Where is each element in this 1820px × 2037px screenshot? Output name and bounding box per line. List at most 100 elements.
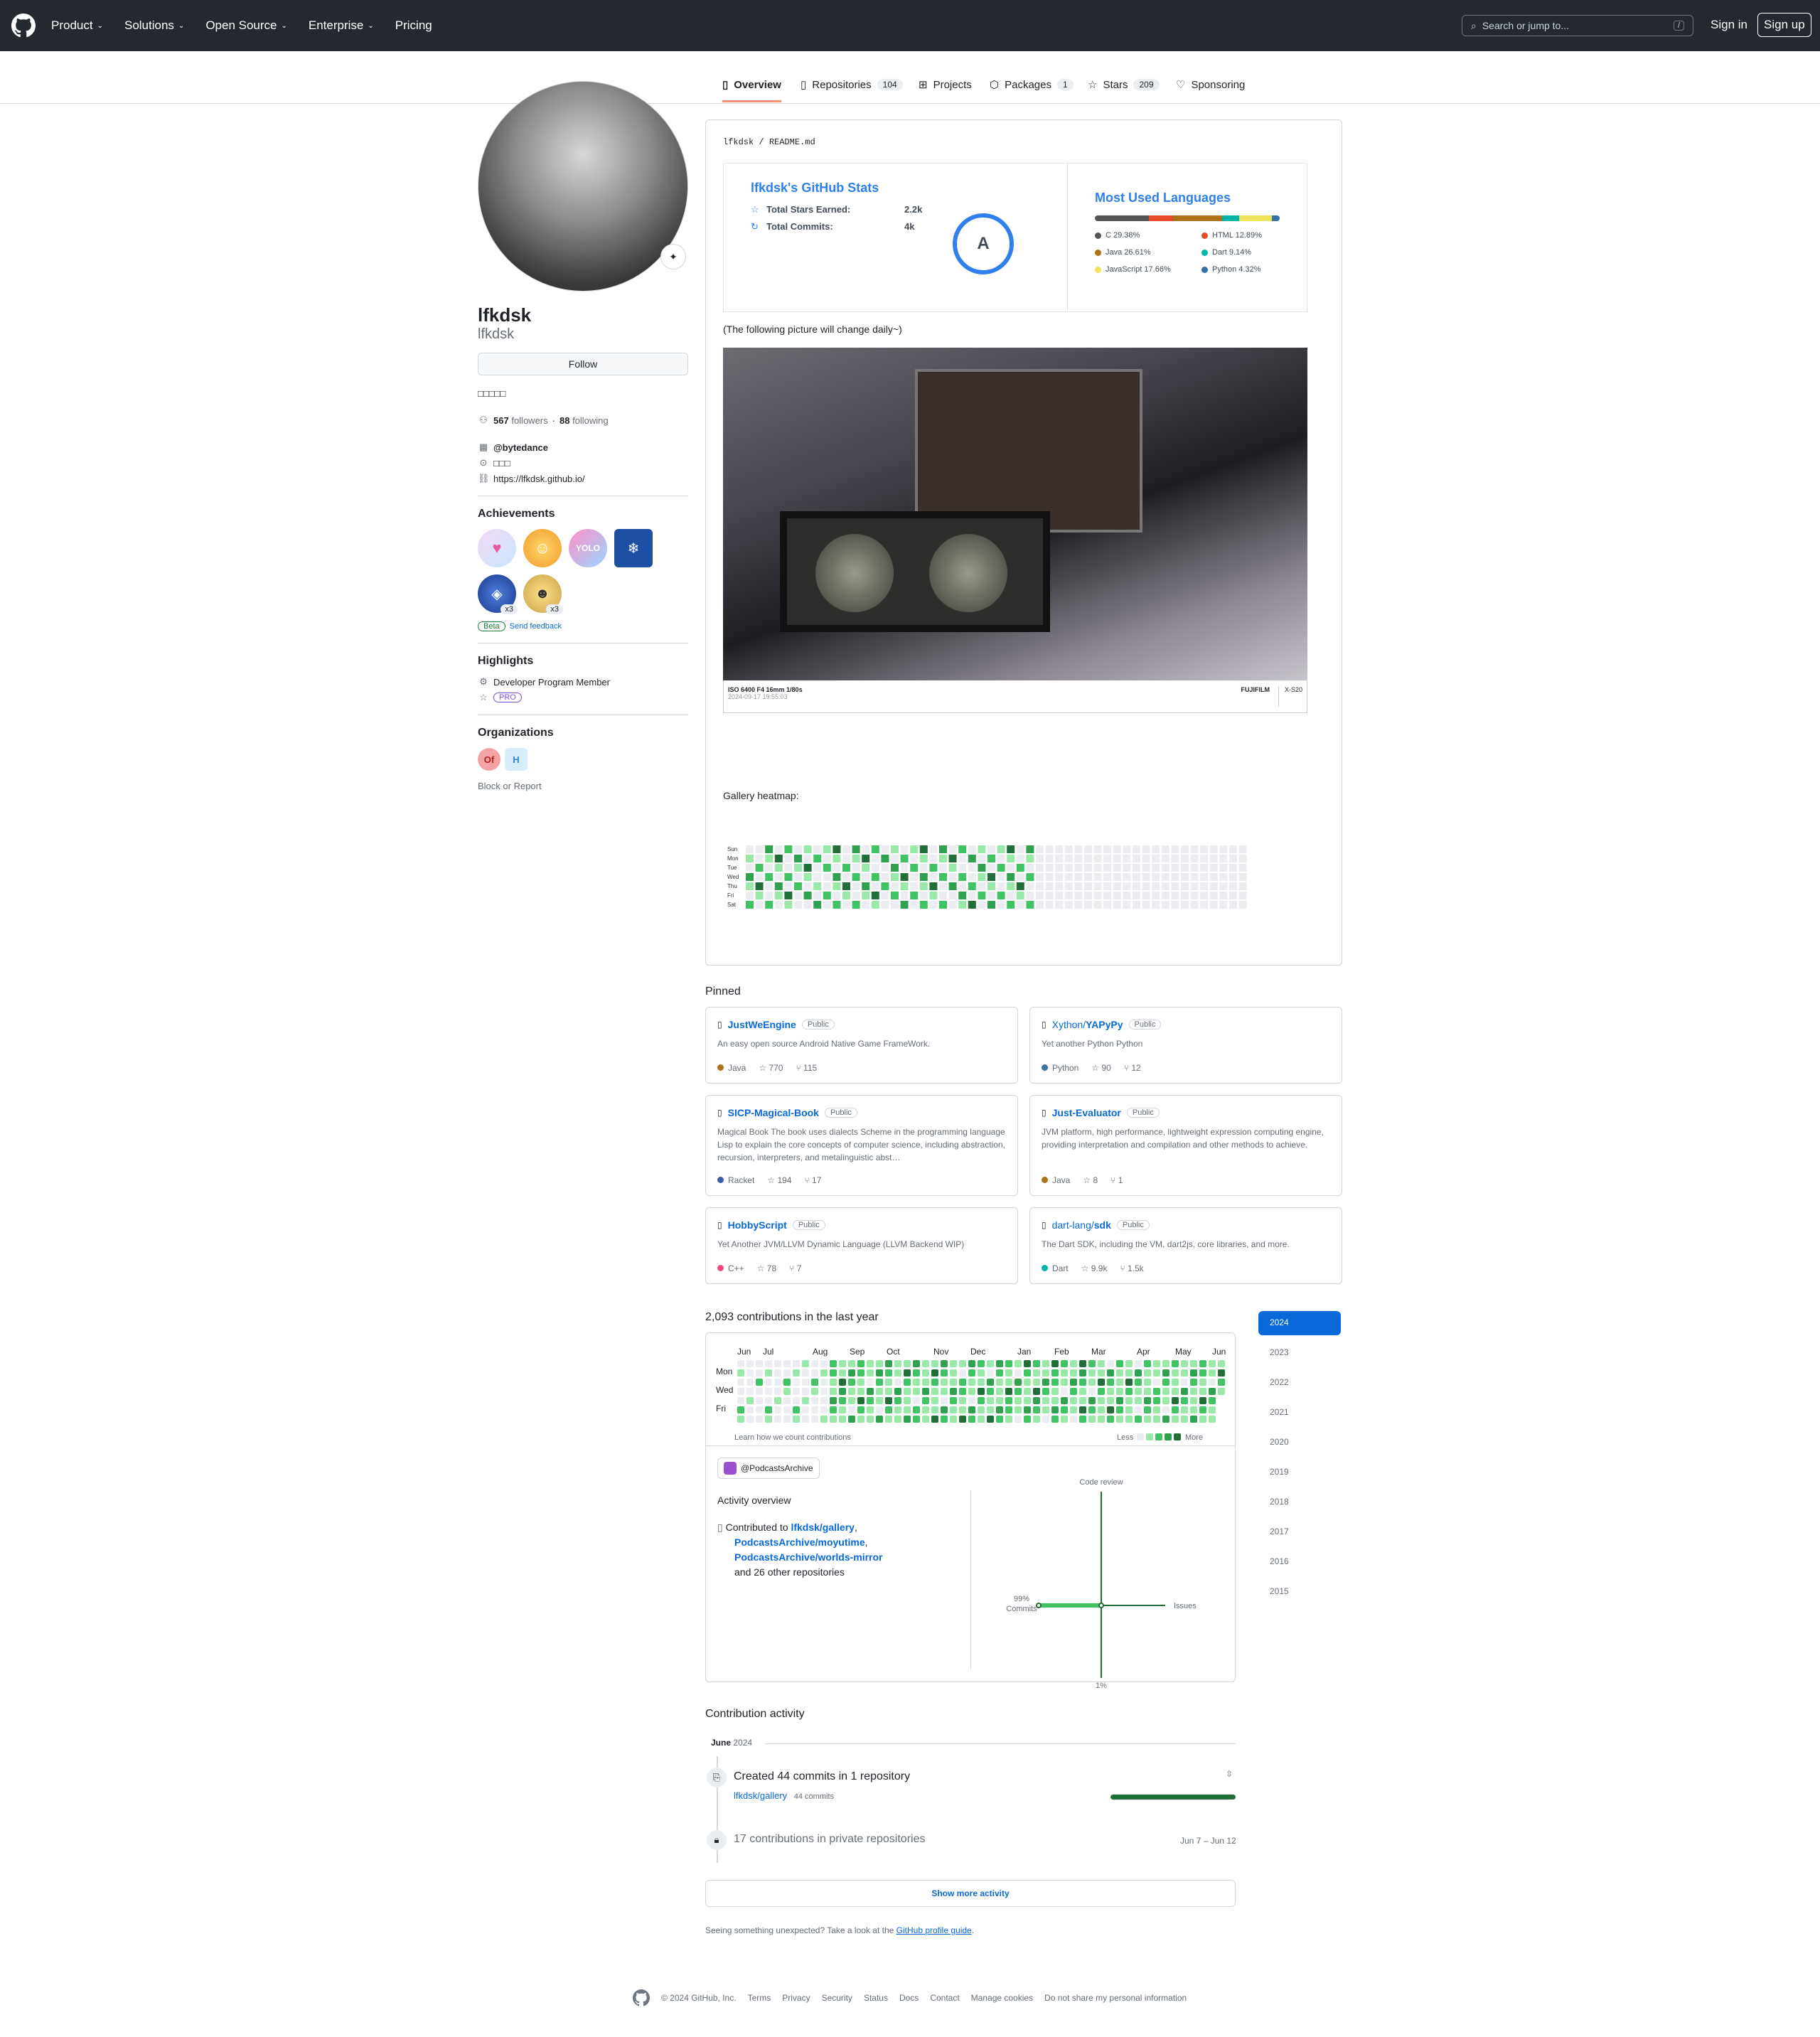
year-link-2016[interactable]: 2016 <box>1258 1550 1341 1574</box>
contribution-cell[interactable] <box>894 1406 901 1413</box>
contribution-cell[interactable] <box>765 1397 772 1404</box>
contribution-cell[interactable] <box>811 1360 818 1367</box>
contribution-cell[interactable] <box>1024 1397 1031 1404</box>
contribution-cell[interactable] <box>885 1388 892 1395</box>
contribution-cell[interactable] <box>1181 1406 1188 1413</box>
contribution-cell[interactable] <box>1107 1360 1114 1367</box>
contribution-cell[interactable] <box>737 1397 744 1404</box>
contribution-cell[interactable] <box>876 1369 883 1376</box>
pinned-repo-link[interactable]: JustWeEngine <box>728 1019 796 1030</box>
contribution-cell[interactable] <box>904 1397 911 1404</box>
pinned-repo-link[interactable]: Xython/YAPyPy <box>1052 1019 1123 1030</box>
contribution-cell[interactable] <box>1005 1360 1012 1367</box>
contribution-cell[interactable] <box>857 1388 864 1395</box>
contribution-cell[interactable] <box>885 1416 892 1423</box>
contribution-cell[interactable] <box>1116 1369 1123 1376</box>
contribution-cell[interactable] <box>811 1397 818 1404</box>
contribution-cell[interactable] <box>959 1397 966 1404</box>
contribution-cell[interactable] <box>820 1397 828 1404</box>
contribution-cell[interactable] <box>746 1360 754 1367</box>
contribution-cell[interactable] <box>1015 1388 1022 1395</box>
contribution-cell[interactable] <box>894 1388 901 1395</box>
contribution-cell[interactable] <box>839 1416 846 1423</box>
contribution-cell[interactable] <box>756 1406 763 1413</box>
contribution-cell[interactable] <box>830 1388 837 1395</box>
contribution-cell[interactable] <box>1125 1388 1133 1395</box>
contribution-cell[interactable] <box>987 1416 994 1423</box>
contribution-cell[interactable] <box>1218 1369 1225 1376</box>
github-logo-icon[interactable] <box>11 14 36 38</box>
contribution-cell[interactable] <box>885 1379 892 1386</box>
contribution-cell[interactable] <box>1033 1369 1040 1376</box>
contribution-cell[interactable] <box>737 1369 744 1376</box>
contribution-cell[interactable] <box>1209 1388 1216 1395</box>
contribution-cell[interactable] <box>1024 1369 1031 1376</box>
contribution-cell[interactable] <box>1199 1397 1206 1404</box>
contribution-cell[interactable] <box>904 1360 911 1367</box>
contribution-cell[interactable] <box>1079 1369 1086 1376</box>
contribution-cell[interactable] <box>922 1406 929 1413</box>
contribution-cell[interactable] <box>1116 1388 1123 1395</box>
contribution-cell[interactable] <box>774 1388 781 1395</box>
contribution-cell[interactable] <box>1135 1406 1142 1413</box>
contribution-cell[interactable] <box>1144 1416 1151 1423</box>
contribution-cell[interactable] <box>968 1416 975 1423</box>
contribution-cell[interactable] <box>1135 1379 1142 1386</box>
contribution-cell[interactable] <box>1005 1379 1012 1386</box>
contribution-cell[interactable] <box>996 1360 1003 1367</box>
contribution-cell[interactable] <box>1005 1388 1012 1395</box>
contribution-cell[interactable] <box>1042 1416 1049 1423</box>
contribution-cell[interactable] <box>1042 1406 1049 1413</box>
contribution-cell[interactable] <box>783 1388 791 1395</box>
contribution-cell[interactable] <box>746 1416 754 1423</box>
status-emoji-icon[interactable]: ✦ <box>660 244 686 269</box>
contribution-cell[interactable] <box>1190 1379 1197 1386</box>
contribution-cell[interactable] <box>783 1379 791 1386</box>
contribution-cell[interactable] <box>746 1406 754 1413</box>
contribution-cell[interactable] <box>1033 1388 1040 1395</box>
contribution-cell[interactable] <box>811 1416 818 1423</box>
contribution-cell[interactable] <box>1015 1360 1022 1367</box>
contribution-cell[interactable] <box>1209 1379 1216 1386</box>
contribution-cell[interactable] <box>1088 1369 1096 1376</box>
contribution-cell[interactable] <box>1172 1397 1179 1404</box>
contribution-cell[interactable] <box>1172 1416 1179 1423</box>
contribution-cell[interactable] <box>1190 1369 1197 1376</box>
contribution-cell[interactable] <box>1088 1360 1096 1367</box>
contribution-cell[interactable] <box>867 1416 874 1423</box>
contribution-cell[interactable] <box>1107 1369 1114 1376</box>
achievement-starstruck-icon[interactable]: ☺ <box>523 529 562 567</box>
pinned-repo-link[interactable]: SICP-Magical-Book <box>728 1107 819 1118</box>
contribution-cell[interactable] <box>1088 1379 1096 1386</box>
contribution-cell[interactable] <box>1153 1360 1160 1367</box>
contribution-cell[interactable] <box>756 1397 763 1404</box>
contribution-cell[interactable] <box>1162 1406 1169 1413</box>
contribution-cell[interactable] <box>848 1379 855 1386</box>
contribution-cell[interactable] <box>996 1369 1003 1376</box>
footer-link[interactable]: Privacy <box>782 1993 810 2003</box>
contribution-cell[interactable] <box>876 1406 883 1413</box>
contribution-cell[interactable] <box>1079 1397 1086 1404</box>
contribution-cell[interactable] <box>1144 1406 1151 1413</box>
contribution-cell[interactable] <box>1135 1369 1142 1376</box>
contribution-cell[interactable] <box>968 1379 975 1386</box>
contribution-cell[interactable] <box>996 1416 1003 1423</box>
contribution-cell[interactable] <box>922 1360 929 1367</box>
contribution-cell[interactable] <box>839 1388 846 1395</box>
contribution-cell[interactable] <box>802 1406 809 1413</box>
contribution-cell[interactable] <box>756 1416 763 1423</box>
contribution-cell[interactable] <box>885 1369 892 1376</box>
pinned-repo-link[interactable]: dart-lang/sdk <box>1052 1219 1111 1231</box>
contribution-cell[interactable] <box>904 1369 911 1376</box>
contribution-cell[interactable] <box>941 1360 948 1367</box>
profile-guide-link[interactable]: GitHub profile guide <box>896 1925 972 1935</box>
contribution-cell[interactable] <box>1061 1397 1068 1404</box>
contribution-cell[interactable] <box>959 1406 966 1413</box>
contribution-cell[interactable] <box>857 1397 864 1404</box>
contribution-cell[interactable] <box>1125 1416 1133 1423</box>
year-link-2024[interactable]: 2024 <box>1258 1311 1341 1335</box>
contribution-cell[interactable] <box>820 1379 828 1386</box>
contribution-cell[interactable] <box>1098 1360 1105 1367</box>
contribution-cell[interactable] <box>950 1369 957 1376</box>
contribution-cell[interactable] <box>774 1416 781 1423</box>
